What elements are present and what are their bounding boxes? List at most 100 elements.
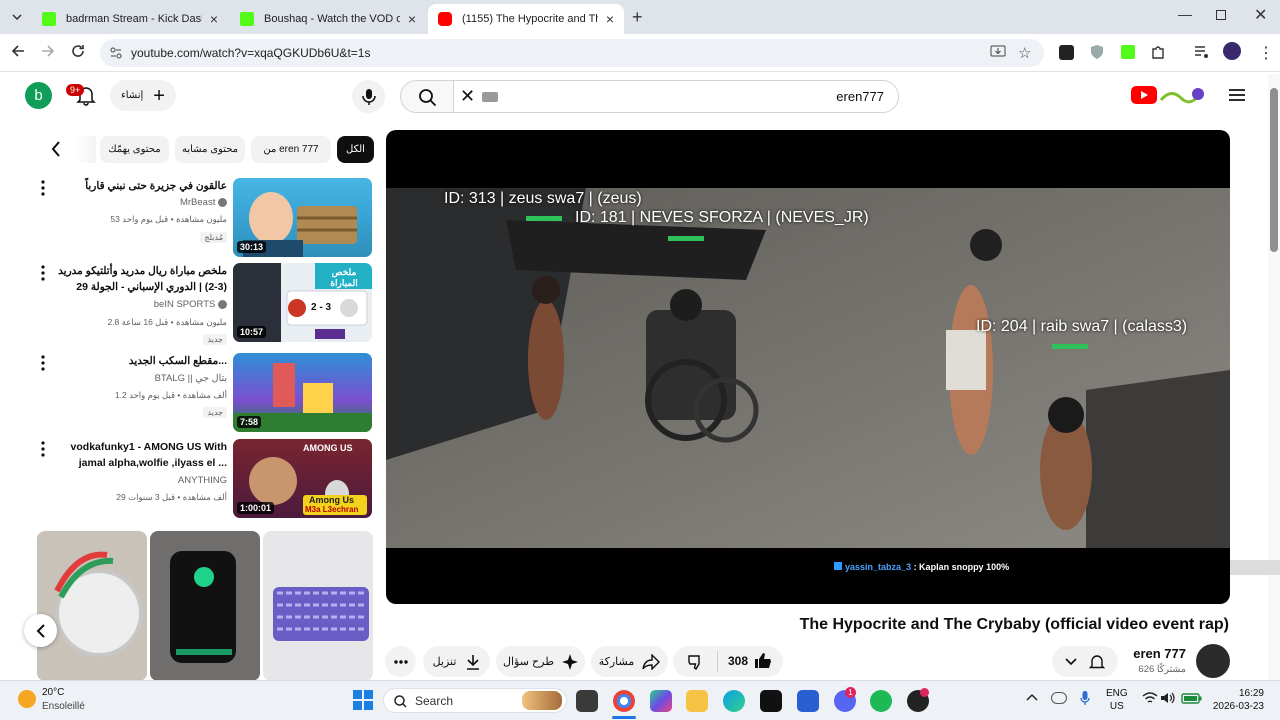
- video-thumbnail[interactable]: ملخص المباراة 2 - 3 10:57: [233, 263, 372, 342]
- chip-for-you[interactable]: محتوى يهمّك: [100, 136, 169, 163]
- account-avatar[interactable]: b: [25, 82, 52, 109]
- more-actions-button[interactable]: [385, 646, 416, 677]
- search-button[interactable]: [400, 80, 453, 113]
- subscribed-button[interactable]: [1052, 646, 1118, 677]
- spotify-icon[interactable]: [870, 690, 892, 712]
- doodle-logo-icon[interactable]: [1159, 84, 1207, 106]
- copilot-icon[interactable]: [650, 690, 672, 712]
- task-view-icon[interactable]: [576, 690, 598, 712]
- weather-sun-icon[interactable]: [18, 690, 36, 708]
- chip-all[interactable]: الكل: [337, 136, 374, 163]
- list-item[interactable]: عالقون في جزيرة حتى نبني قارباً MrBeast …: [30, 178, 375, 258]
- like-button[interactable]: 308: [728, 652, 772, 670]
- browser-menu-icon[interactable]: ⋮: [1258, 43, 1274, 63]
- list-item[interactable]: مقطع السكب الجديد... BTALG || بتال جي 1.…: [30, 353, 375, 433]
- tab-youtube-active[interactable]: (1155) The Hypocrite and The C... ×: [428, 4, 624, 34]
- more-options-icon[interactable]: [40, 180, 46, 196]
- tab-kick-vod[interactable]: Boushaq - Watch the VOD on K... ×: [230, 4, 426, 34]
- new-tab-plus-icon[interactable]: +: [632, 7, 643, 28]
- install-app-icon[interactable]: [990, 45, 1006, 59]
- channel-avatar[interactable]: [1196, 644, 1230, 678]
- clear-search-icon[interactable]: ✕: [460, 87, 475, 105]
- video-player[interactable]: ID: 313 | zeus swa7 | (zeus) ID: 181 | N…: [386, 130, 1230, 604]
- more-options-icon[interactable]: [40, 441, 46, 457]
- list-item[interactable]: vodkafunky1 - AMONG US With jamal alpha,…: [30, 439, 375, 519]
- video-title[interactable]: عالقون في جزيرة حتى نبني قارباً: [52, 178, 227, 194]
- reload-icon[interactable]: [71, 44, 85, 58]
- store-icon[interactable]: [797, 690, 819, 712]
- back-icon[interactable]: [11, 44, 25, 58]
- tab-close-icon[interactable]: ×: [408, 11, 416, 27]
- language-indicator[interactable]: ENG US: [1106, 687, 1128, 713]
- voice-search-button[interactable]: [352, 80, 385, 113]
- url-text: youtube.com/watch?v=xqaQGKUDb6U&t=1s: [131, 46, 371, 60]
- battery-icon[interactable]: [1181, 692, 1203, 704]
- tray-chevron-up-icon[interactable]: [1026, 693, 1038, 701]
- guide-menu-icon[interactable]: [1229, 88, 1245, 102]
- wifi-icon[interactable]: [1142, 692, 1158, 704]
- channel-name[interactable]: BTALG || بتال جي: [155, 373, 227, 384]
- site-settings-icon[interactable]: [110, 47, 122, 59]
- extensions-puzzle-icon[interactable]: [1150, 44, 1166, 60]
- tab-close-icon[interactable]: ×: [210, 11, 218, 27]
- window-close-icon[interactable]: ✕: [1254, 5, 1267, 25]
- minimize-icon[interactable]: —: [1178, 6, 1192, 22]
- channel-name[interactable]: MrBeast: [180, 197, 227, 208]
- tab-search-chevron-icon[interactable]: [8, 9, 26, 25]
- taskbar-search[interactable]: Search: [383, 688, 567, 713]
- forward-icon[interactable]: [41, 44, 55, 58]
- keyboard-icon[interactable]: [482, 92, 498, 102]
- like-count: 308: [728, 654, 749, 668]
- start-windows-icon[interactable]: [353, 690, 373, 710]
- edge-icon[interactable]: [723, 690, 745, 712]
- channel-name[interactable]: beIN SPORTS: [154, 299, 227, 310]
- mic-tray-icon[interactable]: [1080, 690, 1090, 706]
- chrome-icon[interactable]: [613, 690, 635, 712]
- share-button[interactable]: مشاركة: [591, 646, 668, 677]
- maximize-icon[interactable]: [1216, 10, 1226, 20]
- onedrive-icon[interactable]: [1051, 692, 1067, 704]
- ask-button[interactable]: طرح سؤال: [496, 646, 585, 677]
- video-thumbnail[interactable]: AMONG US Among Us M3a L3echran 1:00:01: [233, 439, 372, 518]
- more-options-icon[interactable]: [40, 265, 46, 281]
- video-thumbnail[interactable]: 30:13: [233, 178, 372, 257]
- clock[interactable]: 16:29 2026-03-23: [1210, 687, 1264, 713]
- shield-extension-icon[interactable]: [1090, 44, 1104, 60]
- dislike-button[interactable]: [688, 654, 704, 670]
- address-bar[interactable]: youtube.com/watch?v=xqaQGKUDb6U&t=1s ☆: [100, 39, 1044, 67]
- channel-name[interactable]: ANYTHING: [178, 475, 227, 486]
- short-thumbnail[interactable]: [37, 531, 147, 681]
- extension-icon[interactable]: [1059, 45, 1074, 60]
- create-button[interactable]: إنشاء +: [110, 80, 176, 111]
- scrollbar-thumb[interactable]: [1270, 88, 1278, 252]
- download-button[interactable]: تنزيل: [423, 646, 490, 677]
- video-title[interactable]: vodkafunky1 - AMONG US With jamal alpha,…: [52, 439, 227, 471]
- shorts-scroll-left-button[interactable]: [24, 614, 57, 647]
- bookmark-star-icon[interactable]: ☆: [1018, 44, 1031, 62]
- video-thumbnail[interactable]: 7:58: [233, 353, 372, 432]
- volume-icon[interactable]: [1160, 692, 1176, 704]
- kick-extension-icon[interactable]: [1121, 45, 1135, 59]
- media-controls-icon[interactable]: [1194, 45, 1210, 59]
- search-input[interactable]: ✕ eren777: [453, 80, 899, 113]
- more-options-icon[interactable]: [40, 355, 46, 371]
- player-tag: ID: 181 | NEVES SFORZA | (NEVES_JR): [575, 209, 869, 226]
- channel-name-link[interactable]: eren 777: [1133, 646, 1186, 661]
- tiktok-icon[interactable]: [760, 690, 782, 712]
- tab-kick-dashboard[interactable]: badrman Stream - Kick Dashbo... ×: [32, 4, 228, 34]
- list-item[interactable]: ملخص مباراة ريال مدريد وأتلتيكو مدريد (3…: [30, 263, 375, 345]
- short-thumbnail[interactable]: [263, 531, 373, 681]
- tab-close-icon[interactable]: ×: [606, 11, 614, 27]
- profile-avatar[interactable]: [1223, 42, 1241, 60]
- player-tag: ID: 313 | zeus swa7 | (zeus): [444, 190, 642, 207]
- video-title[interactable]: ملخص مباراة ريال مدريد وأتلتيكو مدريد (3…: [47, 263, 227, 295]
- short-thumbnail[interactable]: [150, 531, 260, 681]
- youtube-logo[interactable]: [1131, 86, 1157, 104]
- chips-scroll-left-icon[interactable]: [50, 140, 62, 158]
- file-explorer-icon[interactable]: [686, 690, 708, 712]
- page-scrollbar[interactable]: [1268, 74, 1280, 680]
- youtube-icon: [438, 12, 452, 26]
- video-title[interactable]: مقطع السكب الجديد...: [52, 353, 227, 369]
- chip-related[interactable]: محتوى مشابه: [175, 136, 245, 163]
- chip-from-channel[interactable]: من eren 777: [251, 136, 331, 163]
